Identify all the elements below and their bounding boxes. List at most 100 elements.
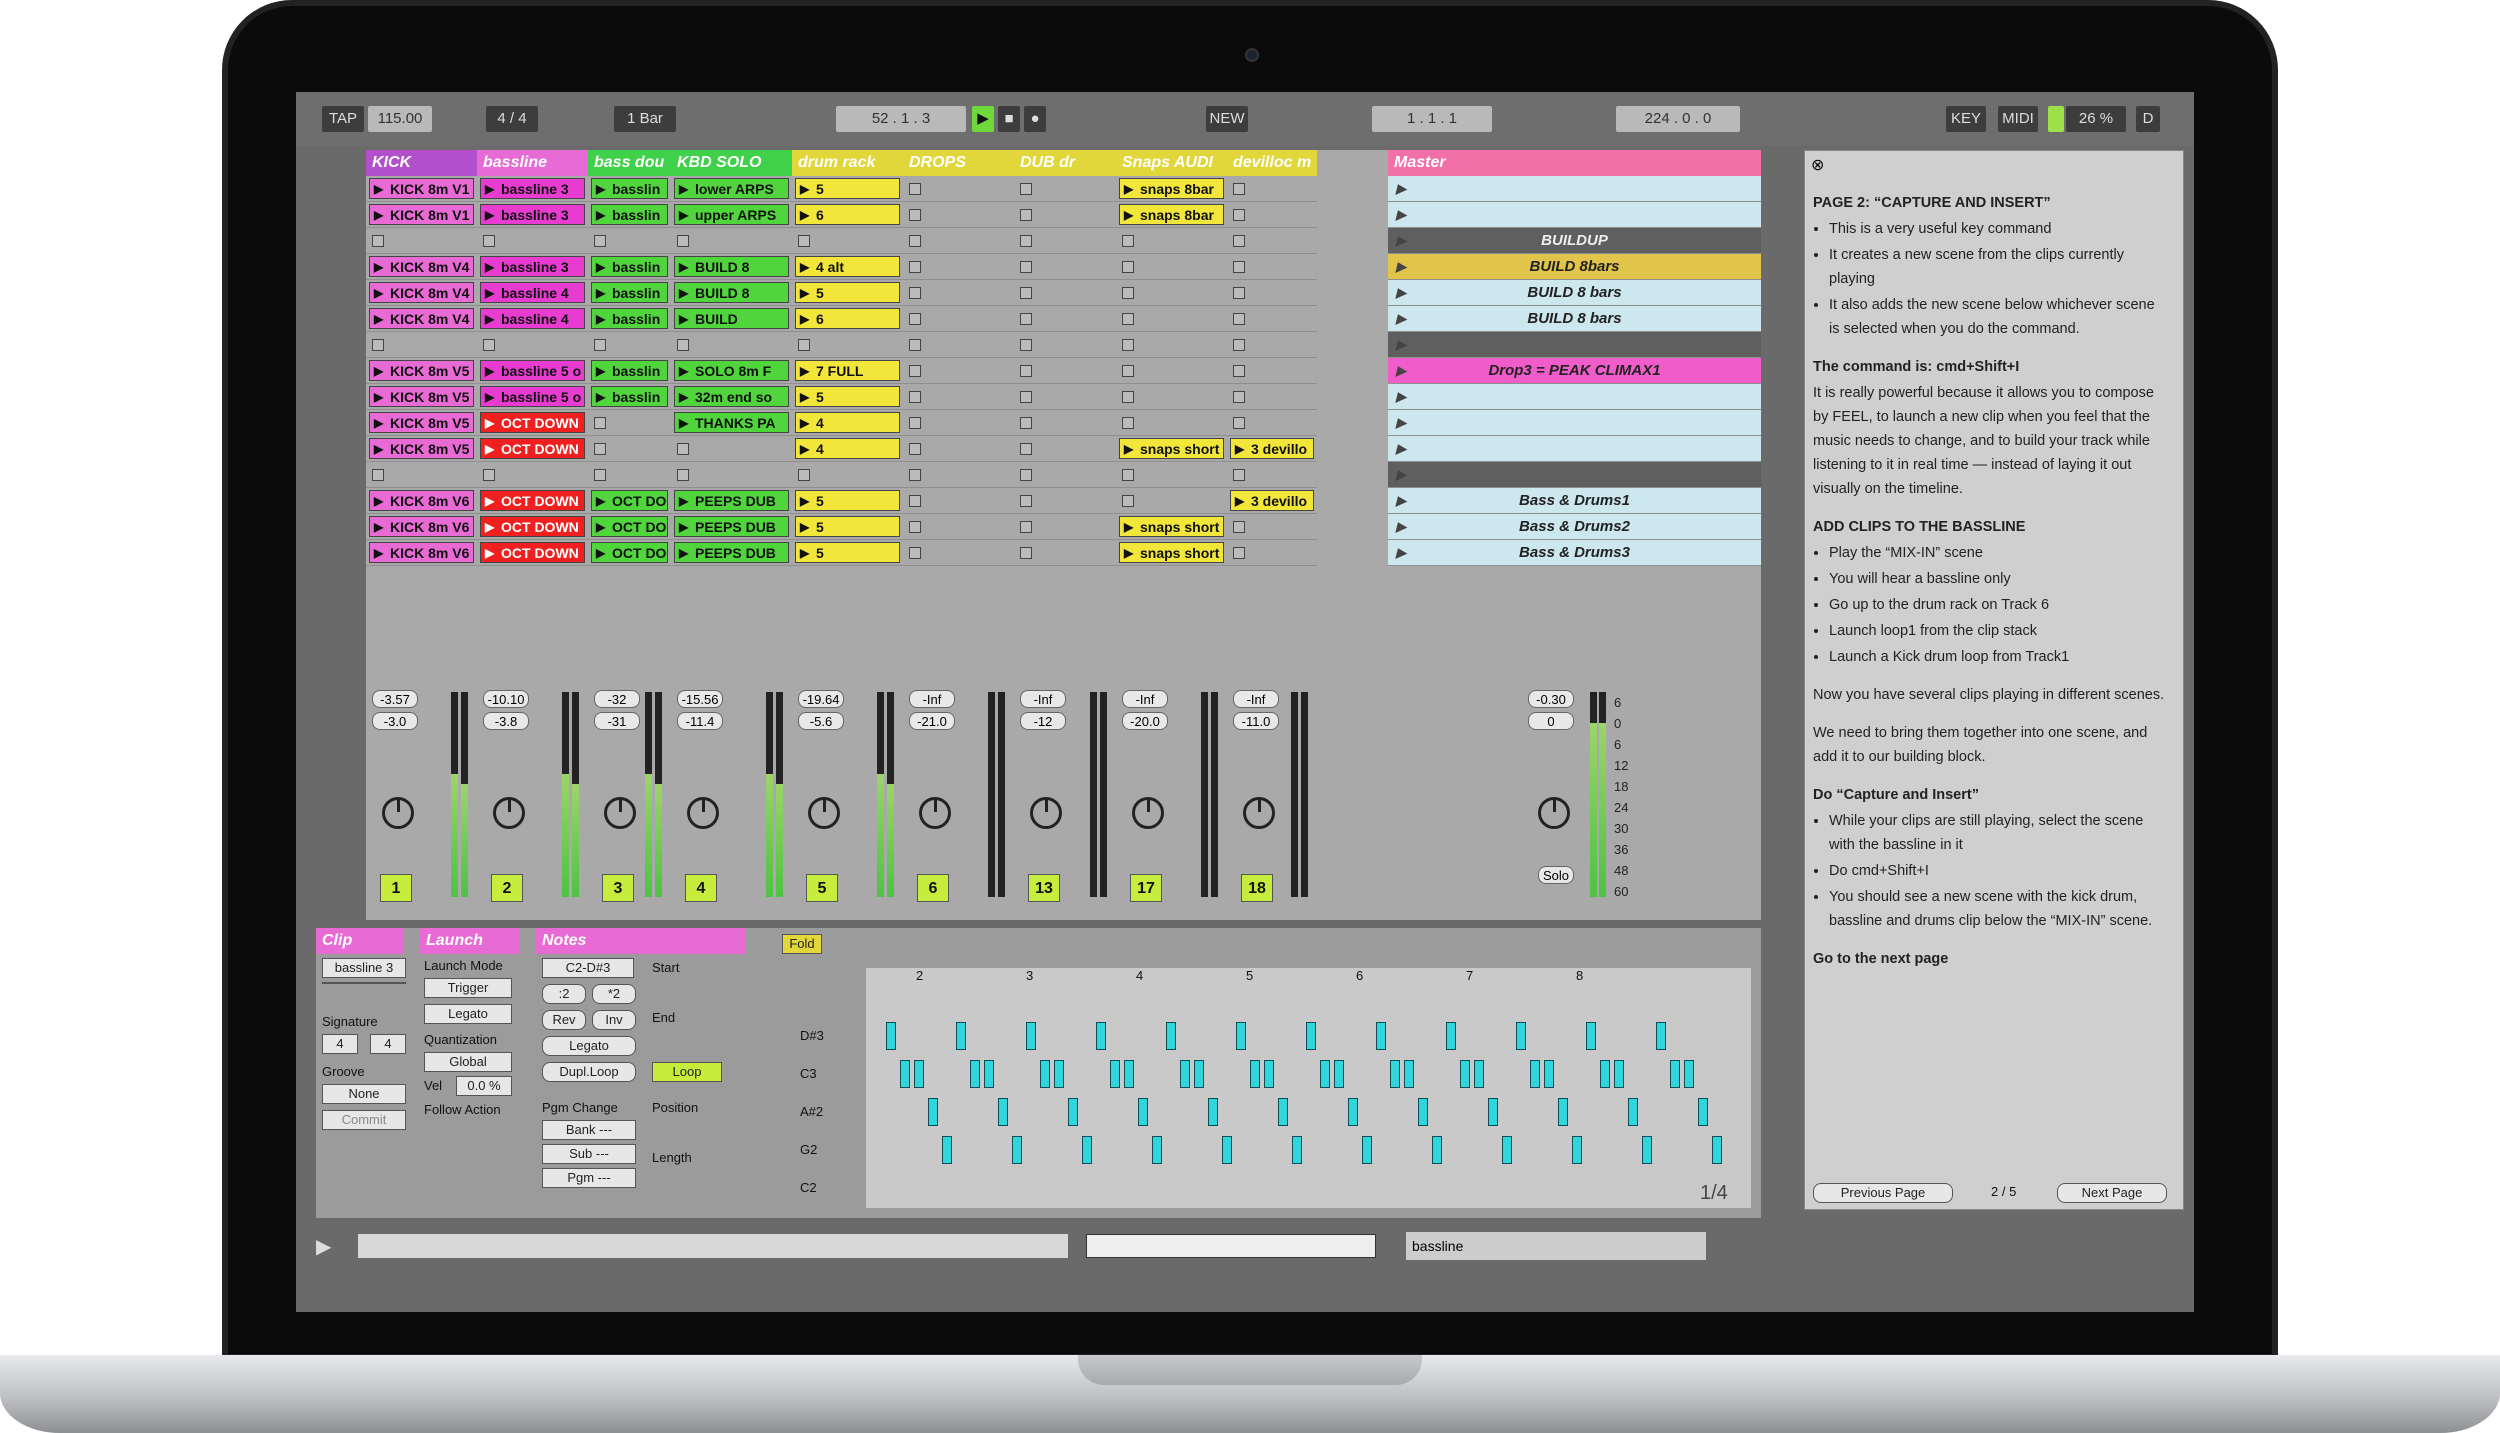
clip-slot[interactable] [903,306,1014,332]
clip-slot[interactable]: 6 [792,306,903,332]
clip[interactable]: basslin [591,282,668,303]
clip-slot[interactable]: OCT DOWN [477,488,588,514]
clip-slot[interactable]: snaps short [1116,540,1227,566]
clip-slot[interactable] [1227,384,1317,410]
clip-slot[interactable] [1116,306,1227,332]
clip[interactable]: OCT DOWN [480,516,585,537]
clip-slot[interactable]: bassline 3 [477,254,588,280]
clip[interactable]: 32m end so [674,386,789,407]
volume-field[interactable]: -15.56 [677,690,723,708]
master-pan[interactable]: 0 [1528,712,1574,730]
clip-stop-icon[interactable] [909,209,921,221]
clip-slot[interactable]: 5 [792,384,903,410]
clip-slot[interactable]: KICK 8m V5 [366,436,477,462]
fold-button[interactable]: Fold [782,934,822,954]
clip-slot[interactable]: KICK 8m V4 [366,306,477,332]
clip-stop-icon[interactable] [909,521,921,533]
clip-slot[interactable]: BUILD [671,306,792,332]
midi-note[interactable] [1600,1060,1610,1088]
pan-field[interactable]: -11.4 [677,712,723,730]
clip-stop-icon[interactable] [1122,365,1134,377]
pan-field[interactable]: -12 [1020,712,1066,730]
clip-slot[interactable]: BUILD 8 [671,280,792,306]
clip-slot[interactable] [903,228,1014,254]
midi-note[interactable] [1320,1060,1330,1088]
new-button[interactable]: NEW [1206,106,1248,132]
clip-slot[interactable] [1116,358,1227,384]
clip-slot[interactable] [366,228,477,254]
clip-slot[interactable] [671,332,792,358]
previous-page-button[interactable]: Previous Page [1813,1183,1953,1203]
clip-slot[interactable]: 3 devillo [1227,436,1317,462]
clip-stop-icon[interactable] [1020,547,1032,559]
midi-note[interactable] [1530,1060,1540,1088]
clip-slot[interactable]: snaps 8bar [1116,176,1227,202]
midi-note[interactable] [1684,1060,1694,1088]
clip[interactable]: OCT DO [591,542,668,563]
midi-note[interactable] [928,1098,938,1126]
clip-slot[interactable]: bassline 3 [477,202,588,228]
midi-note[interactable] [1432,1136,1442,1164]
clip-name-field[interactable]: bassline 3 [322,958,406,978]
clip-slot[interactable]: 6 [792,202,903,228]
clip-stop-icon[interactable] [1233,235,1245,247]
clip-stop-icon[interactable] [1122,469,1134,481]
clip-slot[interactable] [1014,462,1116,488]
master-volume[interactable]: -0.30 [1528,690,1574,708]
pan-field[interactable]: -3.0 [372,712,418,730]
clip-slot[interactable] [903,358,1014,384]
clip-slot[interactable]: bassline 5 o [477,358,588,384]
track-header[interactable]: KBD SOLO [671,150,792,176]
clip[interactable]: 5 [795,282,900,303]
clip[interactable]: OCT DOWN [480,438,585,459]
track-activator[interactable]: 3 [602,874,634,902]
clip-slot[interactable]: BUILD 8 [671,254,792,280]
track-activator[interactable]: 1 [380,874,412,902]
clip-slot[interactable] [588,332,671,358]
clip-stop-icon[interactable] [1122,261,1134,273]
clip[interactable]: 4 [795,412,900,433]
pan-knob[interactable] [919,797,951,829]
clip-slot[interactable] [792,228,903,254]
midi-note[interactable] [1250,1060,1260,1088]
track-header[interactable]: bassline [477,150,588,176]
clip-stop-icon[interactable] [798,339,810,351]
midi-note[interactable] [1390,1060,1400,1088]
scene-launch[interactable]: Bass & Drums1 [1388,488,1761,514]
scene-launch[interactable]: BUILDUP [1388,228,1761,254]
clip-stop-icon[interactable] [594,443,606,455]
track-activator[interactable]: 13 [1028,874,1060,902]
clip-slot[interactable]: 5 [792,514,903,540]
clip-slot[interactable] [1116,280,1227,306]
clip-slot[interactable] [477,332,588,358]
play-icon[interactable]: ▶ [972,106,994,132]
clip[interactable]: KICK 8m V5 [369,412,474,433]
clip-slot[interactable] [1116,488,1227,514]
track-activator[interactable]: 2 [491,874,523,902]
midi-note[interactable] [1152,1136,1162,1164]
pan-knob[interactable] [382,797,414,829]
arrangement-position[interactable]: 52 . 1 . 3 [836,106,966,132]
sig-numerator[interactable]: 4 [322,1034,358,1054]
clip-slot[interactable]: OCT DO [588,488,671,514]
clip-slot[interactable] [366,332,477,358]
clip-slot[interactable] [1116,462,1227,488]
midi-note[interactable] [1292,1136,1302,1164]
loop-start-field[interactable]: 1 . 1 . 1 [1372,106,1492,132]
midi-note[interactable] [1264,1060,1274,1088]
double-button[interactable]: *2 [592,984,636,1004]
midi-note[interactable] [1236,1022,1246,1050]
clip-slot[interactable]: PEEPS DUB [671,514,792,540]
clip-stop-icon[interactable] [1233,365,1245,377]
clip-slot[interactable] [1014,228,1116,254]
clip[interactable]: KICK 8m V1 [369,204,474,225]
clip[interactable]: KICK 8m V4 [369,256,474,277]
midi-note[interactable] [1460,1060,1470,1088]
master-header[interactable]: Master [1388,150,1761,176]
clip-slot[interactable] [903,384,1014,410]
midi-note[interactable] [1474,1060,1484,1088]
clip-slot[interactable]: basslin [588,358,671,384]
clip-stop-icon[interactable] [372,469,384,481]
clip-stop-icon[interactable] [1233,209,1245,221]
clip[interactable]: 5 [795,386,900,407]
